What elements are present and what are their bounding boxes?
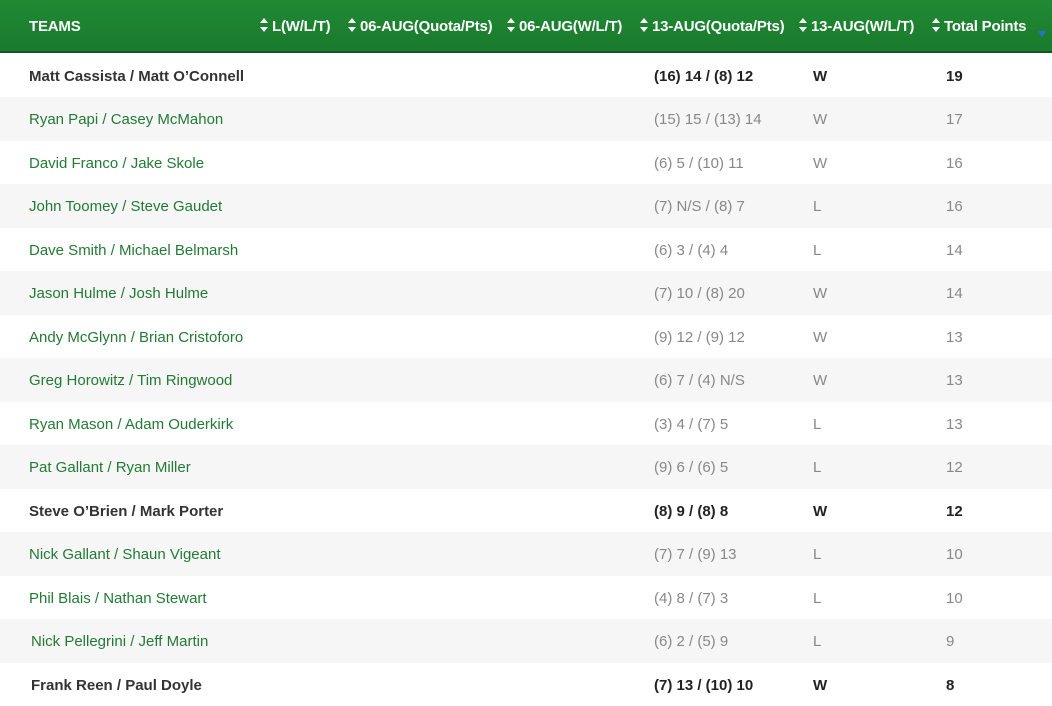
col-header-l-wlt-label: L(W/L/T) [272, 18, 330, 35]
team-name-link[interactable]: Matt Cassista / Matt O’Connell [29, 68, 244, 85]
total-points: 13 [946, 372, 963, 389]
table-row: Pat Gallant / Ryan Miller (9) 6 / (6) 5 L 1… [0, 445, 1052, 489]
aug13-quota-pts: (3) 4 / (7) 5 [654, 416, 728, 433]
col-header-aug13-wlt[interactable]: 13-AUG(W/L/T) [799, 18, 914, 35]
aug13-quota-pts: (6) 7 / (4) N/S [654, 372, 745, 389]
team-name-link[interactable]: Phil Blais / Nathan Stewart [29, 590, 207, 607]
sort-icon [348, 18, 356, 32]
team-name-link[interactable]: Andy McGlynn / Brian Cristoforo [29, 329, 243, 346]
aug13-wlt: W [813, 372, 827, 389]
total-points: 14 [946, 242, 963, 259]
aug13-wlt: L [813, 459, 821, 476]
sort-icon [640, 18, 648, 32]
table-header: TEAMS L(W/L/T) 06-AUG(Quota/Pts) 06-AUG(… [0, 0, 1052, 53]
col-header-aug06-quota[interactable]: 06-AUG(Quota/Pts) [348, 18, 492, 35]
col-header-total-points[interactable]: Total Points [932, 18, 1026, 35]
total-points: 16 [946, 198, 963, 215]
col-header-total-points-label: Total Points [944, 18, 1026, 35]
table-row: Matt Cassista / Matt O’Connell (16) 14 / … [0, 54, 1052, 98]
team-name-link[interactable]: Nick Pellegrini / Jeff Martin [31, 633, 208, 650]
aug13-wlt: W [813, 677, 827, 694]
table-row: Ryan Papi / Casey McMahon (15) 15 / (13) … [0, 97, 1052, 141]
aug13-wlt: W [813, 111, 827, 128]
table-row: David Franco / Jake Skole (6) 5 / (10) 11… [0, 141, 1052, 185]
aug13-wlt: L [813, 416, 821, 433]
team-name-link[interactable]: David Franco / Jake Skole [29, 155, 204, 172]
aug13-quota-pts: (6) 3 / (4) 4 [654, 242, 728, 259]
aug13-wlt: W [813, 285, 827, 302]
table-row: Andy McGlynn / Brian Cristoforo (9) 12 / … [0, 315, 1052, 359]
table-row: Ryan Mason / Adam Ouderkirk (3) 4 / (7) 5… [0, 402, 1052, 446]
total-points: 13 [946, 416, 963, 433]
team-name-link[interactable]: Frank Reen / Paul Doyle [31, 677, 202, 694]
sort-icon [799, 18, 807, 32]
aug13-wlt: L [813, 633, 821, 650]
aug13-wlt: W [813, 503, 827, 520]
table-row: Steve O’Brien / Mark Porter (8) 9 / (8) 8… [0, 489, 1052, 533]
aug13-wlt: L [813, 546, 821, 563]
table-row: Frank Reen / Paul Doyle (7) 13 / (10) 10 W… [0, 663, 1052, 706]
col-header-aug06-wlt[interactable]: 06-AUG(W/L/T) [507, 18, 622, 35]
col-header-aug13-quota[interactable]: 13-AUG(Quota/Pts) [640, 18, 784, 35]
team-name-link[interactable]: Jason Hulme / Josh Hulme [29, 285, 208, 302]
col-header-teams-label: TEAMS [29, 18, 81, 35]
aug13-quota-pts: (7) N/S / (8) 7 [654, 198, 745, 215]
aug13-quota-pts: (7) 10 / (8) 20 [654, 285, 745, 302]
sort-icon [932, 18, 940, 32]
aug13-quota-pts: (4) 8 / (7) 3 [654, 590, 728, 607]
aug13-quota-pts: (16) 14 / (8) 12 [654, 68, 753, 85]
team-name-link[interactable]: Nick Gallant / Shaun Vigeant [29, 546, 221, 563]
total-points: 14 [946, 285, 963, 302]
col-header-l-wlt[interactable]: L(W/L/T) [260, 18, 330, 35]
table-row: Nick Gallant / Shaun Vigeant (7) 7 / (9) … [0, 532, 1052, 576]
col-header-aug06-wlt-label: 06-AUG(W/L/T) [519, 18, 622, 35]
total-points: 8 [946, 677, 954, 694]
col-header-aug13-wlt-label: 13-AUG(W/L/T) [811, 18, 914, 35]
team-name-link[interactable]: Ryan Mason / Adam Ouderkirk [29, 416, 233, 433]
total-points: 13 [946, 329, 963, 346]
aug13-quota-pts: (15) 15 / (13) 14 [654, 111, 762, 128]
aug13-quota-pts: (6) 5 / (10) 11 [654, 155, 744, 172]
total-points: 9 [946, 633, 954, 650]
table-row: Phil Blais / Nathan Stewart (4) 8 / (7) 3… [0, 576, 1052, 620]
aug13-quota-pts: (7) 7 / (9) 13 [654, 546, 737, 563]
team-name-link[interactable]: Ryan Papi / Casey McMahon [29, 111, 223, 128]
aug13-quota-pts: (6) 2 / (5) 9 [654, 633, 728, 650]
table-row: John Toomey / Steve Gaudet (7) N/S / (8) … [0, 184, 1052, 228]
total-points: 19 [946, 68, 963, 85]
aug13-quota-pts: (7) 13 / (10) 10 [654, 677, 753, 694]
aug13-quota-pts: (8) 9 / (8) 8 [654, 503, 728, 520]
table-row: Nick Pellegrini / Jeff Martin (6) 2 / (5)… [0, 619, 1052, 663]
aug13-wlt: L [813, 198, 821, 215]
total-points: 12 [946, 503, 963, 520]
total-points: 10 [946, 546, 963, 563]
sort-icon [507, 18, 515, 32]
total-points: 16 [946, 155, 963, 172]
table-row: Jason Hulme / Josh Hulme (7) 10 / (8) 20 W… [0, 271, 1052, 315]
sort-icon [260, 18, 268, 32]
aug13-wlt: W [813, 68, 827, 85]
team-name-link[interactable]: Pat Gallant / Ryan Miller [29, 459, 191, 476]
table-row: Dave Smith / Michael Belmarsh (6) 3 / (4)… [0, 228, 1052, 272]
aug13-wlt: L [813, 590, 821, 607]
aug13-wlt: L [813, 242, 821, 259]
table-row: Greg Horowitz / Tim Ringwood (6) 7 / (4) … [0, 358, 1052, 402]
col-header-aug13-quota-label: 13-AUG(Quota/Pts) [652, 18, 784, 35]
team-name-link[interactable]: John Toomey / Steve Gaudet [29, 198, 222, 215]
sort-descending-icon[interactable] [1038, 24, 1046, 41]
team-name-link[interactable]: Steve O’Brien / Mark Porter [29, 503, 223, 520]
total-points: 10 [946, 590, 963, 607]
col-header-aug06-quota-label: 06-AUG(Quota/Pts) [360, 18, 492, 35]
aug13-quota-pts: (9) 12 / (9) 12 [654, 329, 745, 346]
team-name-link[interactable]: Greg Horowitz / Tim Ringwood [29, 372, 232, 389]
total-points: 17 [946, 111, 963, 128]
total-points: 12 [946, 459, 963, 476]
aug13-quota-pts: (9) 6 / (6) 5 [654, 459, 728, 476]
aug13-wlt: W [813, 155, 827, 172]
team-name-link[interactable]: Dave Smith / Michael Belmarsh [29, 242, 238, 259]
col-header-teams[interactable]: TEAMS [29, 18, 81, 35]
aug13-wlt: W [813, 329, 827, 346]
